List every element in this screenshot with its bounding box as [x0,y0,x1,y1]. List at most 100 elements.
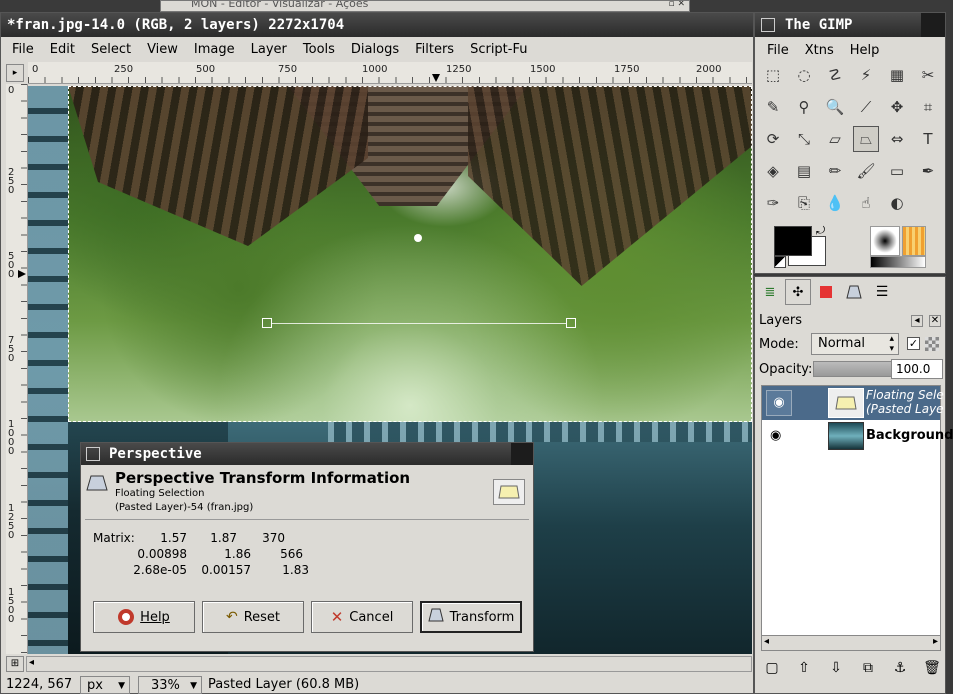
blend-icon[interactable]: ▤ [791,158,817,184]
dodge-burn-icon[interactable]: ◐ [884,190,910,216]
menu-image[interactable]: Image [186,42,243,57]
measure-icon[interactable]: ⟋ [853,94,879,120]
shear-icon[interactable]: ▱ [822,126,848,152]
rotate-icon[interactable]: ⟳ [760,126,786,152]
dock-close-icon[interactable]: ✕ [929,315,941,327]
perspective-tab-icon[interactable] [841,279,867,305]
pencil-icon[interactable]: ✏ [822,158,848,184]
rect-select-icon[interactable]: ⬚ [760,62,786,88]
status-zoom-select[interactable]: 33% ▼ [138,676,202,694]
menu-select[interactable]: Select [83,42,139,57]
delete-layer-icon[interactable]: 🗑 [919,655,945,681]
layer-row-background[interactable]: ◉ Background [762,422,953,454]
cancel-button[interactable]: ✕ Cancel [311,601,413,633]
zoom-icon[interactable]: 🔍 [822,94,848,120]
reset-button[interactable]: ↶ Reset [202,601,304,633]
raise-layer-icon[interactable]: ⇧ [791,655,817,681]
duplicate-layer-icon[interactable]: ⧉ [855,655,881,681]
toolbox-titlebar[interactable]: The GIMP [755,13,945,37]
background-window-strip[interactable]: MON - Editor - Visualizar - Ações ▫ ✕ [160,0,690,12]
airbrush-icon[interactable]: ✒ [915,158,941,184]
ink-icon[interactable]: ✑ [760,190,786,216]
menu-view[interactable]: View [139,42,186,57]
layers-tab-icon[interactable]: ☰ [869,279,895,305]
smudge-icon[interactable]: ☝ [853,190,879,216]
mode-select[interactable]: Normal ▴ ▾ [811,333,899,355]
fuzzy-select-icon[interactable]: ⚡ [853,62,879,88]
transform-button[interactable]: Transform [420,601,522,633]
menu-filters[interactable]: Filters [407,42,462,57]
paintbrush-icon[interactable]: 🖌 [853,158,879,184]
status-unit-select[interactable]: px ▼ [80,676,130,694]
matrix-cell: 566 [280,547,303,561]
dialog-menu-icon[interactable] [86,447,100,461]
color-tab-icon[interactable] [813,279,839,305]
image-window-titlebar[interactable]: *fran.jpg-14.0 (RGB, 2 layers) 2272x1704 [1,13,753,37]
dialog-close-button[interactable] [511,443,533,465]
menu-layer[interactable]: Layer [243,42,295,57]
opacity-slider[interactable] [813,361,895,377]
vertical-scrollbar[interactable] [738,86,752,654]
paths-tab-icon[interactable]: ✣ [785,279,811,305]
menu-tools[interactable]: Tools [295,42,343,57]
move-icon[interactable]: ✥ [884,94,910,120]
tool-grid: ⬚ ◌ ☡ ⚡ ▦ ✂ ✎ ⚲ 🔍 ⟋ ✥ ⌗ ⟳ ⤡ ▱ ⏢ ⇔ T ◈ ▤ ✏ 🖌 ▭ ✒ ✑ ⎘ 💧 ☝ ◐ [758,62,944,222]
help-button[interactable]: Help [93,601,195,633]
layers-hscrollbar[interactable]: ◂ ▸ [761,635,941,651]
ellipse-select-icon[interactable]: ◌ [791,62,817,88]
perspective-dialog-titlebar[interactable]: Perspective [81,443,533,465]
opacity-spinbox[interactable]: 100.0 [891,359,943,379]
convolve-icon[interactable]: 💧 [822,190,848,216]
anchor-layer-icon[interactable]: ⚓ [887,655,913,681]
horizontal-scrollbar[interactable]: ◂ [26,656,752,672]
select-by-color-icon[interactable]: ▦ [884,62,910,88]
eye-icon[interactable]: ◉ [770,428,781,443]
swap-colors-icon[interactable]: ⤾ [816,224,825,238]
pattern-preview-icon[interactable] [902,226,926,256]
scale-icon[interactable]: ⤡ [791,126,817,152]
transform-handle[interactable] [262,318,272,328]
menu-edit[interactable]: Edit [42,42,83,57]
chevron-down-icon: ▼ [190,681,197,691]
brush-preview-icon[interactable] [870,226,900,256]
scissors-icon[interactable]: ✂ [915,62,941,88]
toolbox-menu-xtns[interactable]: Xtns [797,43,842,58]
perspective-icon[interactable]: ⏢ [853,126,879,152]
flip-icon[interactable]: ⇔ [884,126,910,152]
menu-script-fu[interactable]: Script-Fu [462,42,535,57]
image-menu-button[interactable]: ▸ [6,64,24,82]
navigation-icon[interactable]: ⊞ [6,656,24,672]
scroll-left-arrow-icon[interactable]: ◂ [29,657,34,668]
background-window-buttons[interactable]: ▫ ✕ [668,1,685,9]
transform-handle[interactable] [566,318,576,328]
toolbox-menu-help[interactable]: Help [842,43,888,58]
eraser-icon[interactable]: ▭ [884,158,910,184]
color-picker-icon[interactable]: ⚲ [791,94,817,120]
scroll-right-arrow-icon[interactable]: ▸ [933,636,938,647]
text-icon[interactable]: T [915,126,941,152]
foreground-color-swatch[interactable] [774,226,812,256]
scroll-left-arrow-icon[interactable]: ◂ [764,636,769,647]
free-select-icon[interactable]: ☡ [822,62,848,88]
dock-menu-icon[interactable]: ◂ [911,315,923,327]
channels-tab-icon[interactable]: ≣ [757,279,783,305]
layer-row-floating[interactable]: ◉ Floating Sele (Pasted Laye [762,386,944,420]
paths-icon[interactable]: ✎ [760,94,786,120]
bucket-fill-icon[interactable]: ◈ [760,158,786,184]
transparency-icon [925,337,939,351]
toolbox-menu-file[interactable]: File [759,43,797,58]
new-layer-icon[interactable]: ▢ [759,655,785,681]
menu-dialogs[interactable]: Dialogs [343,42,407,57]
hruler-label: 250 [114,64,134,75]
help-button-label: Help [140,609,170,625]
gradient-preview-icon[interactable] [870,256,926,268]
eye-icon[interactable]: ◉ [766,390,792,416]
clone-icon[interactable]: ⎘ [791,190,817,216]
menu-file[interactable]: File [4,42,42,57]
keep-transparency-checkbox[interactable]: ✓ [907,337,920,350]
toolbox-menu-icon[interactable] [761,18,775,32]
crop-icon[interactable]: ⌗ [915,94,941,120]
default-colors-icon[interactable] [774,256,786,268]
toolbox-close-button[interactable] [921,13,945,37]
lower-layer-icon[interactable]: ⇩ [823,655,849,681]
